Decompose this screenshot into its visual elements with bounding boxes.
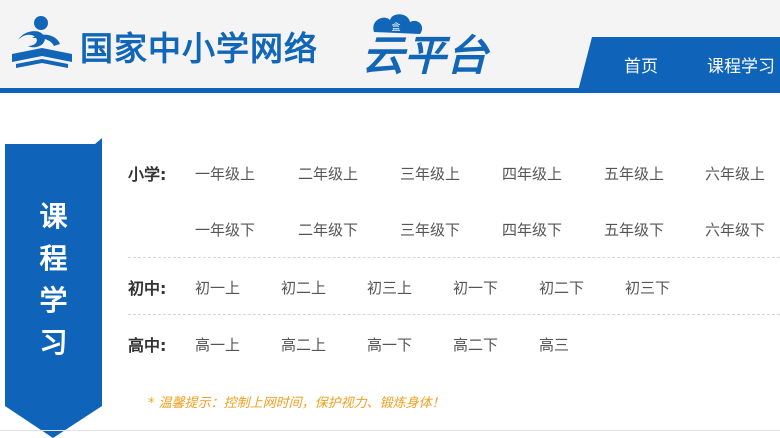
primary-label: 小学: <box>128 165 167 184</box>
nav-underline <box>0 88 780 93</box>
course-link[interactable]: 二年级上 <box>298 163 358 184</box>
course-link[interactable]: 初三下 <box>625 277 670 298</box>
course-banner: 课 程 学 习 <box>5 138 102 438</box>
course-link[interactable]: 初二上 <box>281 277 326 298</box>
course-link[interactable]: 高一下 <box>367 334 412 355</box>
junior-label: 初中: <box>128 279 167 298</box>
course-link[interactable]: 三年级下 <box>400 219 460 240</box>
course-link[interactable]: 四年级上 <box>502 163 562 184</box>
section-divider <box>128 257 780 258</box>
course-link[interactable]: 初二下 <box>539 277 584 298</box>
bottom-divider <box>0 430 780 431</box>
course-link[interactable]: 三年级上 <box>400 163 460 184</box>
banner-char: 程 <box>39 242 68 275</box>
course-link[interactable]: 初一下 <box>453 277 498 298</box>
health-tip: * 温馨提示：控制上网时间，保护视力、锻炼身体！ <box>148 396 445 411</box>
section-divider <box>128 314 780 315</box>
course-link[interactable]: 高二上 <box>281 334 326 355</box>
course-link[interactable]: 六年级下 <box>705 219 765 240</box>
banner-char: 课 <box>39 200 68 233</box>
brand-text: 云平台 <box>362 31 491 78</box>
nav-home-link[interactable]: 首页 <box>624 52 658 77</box>
course-link[interactable]: 高三 <box>539 334 569 355</box>
course-link[interactable]: 五年级上 <box>604 163 664 184</box>
nav-courses-link[interactable]: 课程学习 <box>707 52 775 77</box>
course-link[interactable]: 一年级上 <box>195 163 255 184</box>
course-link[interactable]: 六年级上 <box>705 163 765 184</box>
course-link[interactable]: 初一上 <box>195 277 240 298</box>
banner-title: 课 程 学 习 <box>5 196 102 364</box>
course-link[interactable]: 高一上 <box>195 334 240 355</box>
site-header: 国家中小学网络 盒 云平台 首页 课程学习 <box>0 0 780 92</box>
banner-char: 学 <box>39 284 68 317</box>
course-link[interactable]: 二年级下 <box>298 219 358 240</box>
course-link[interactable]: 初三上 <box>367 277 412 298</box>
senior-label: 高中: <box>128 336 167 355</box>
course-link[interactable]: 一年级下 <box>195 219 255 240</box>
brand-logo[interactable]: 盒 云平台 <box>356 8 506 78</box>
course-link[interactable]: 五年级下 <box>604 219 664 240</box>
site-title: 国家中小学网络 <box>80 29 318 68</box>
banner-char: 习 <box>39 326 68 359</box>
course-link[interactable]: 四年级下 <box>502 219 562 240</box>
course-link[interactable]: 高二下 <box>453 334 498 355</box>
logo-icon[interactable] <box>10 14 74 70</box>
